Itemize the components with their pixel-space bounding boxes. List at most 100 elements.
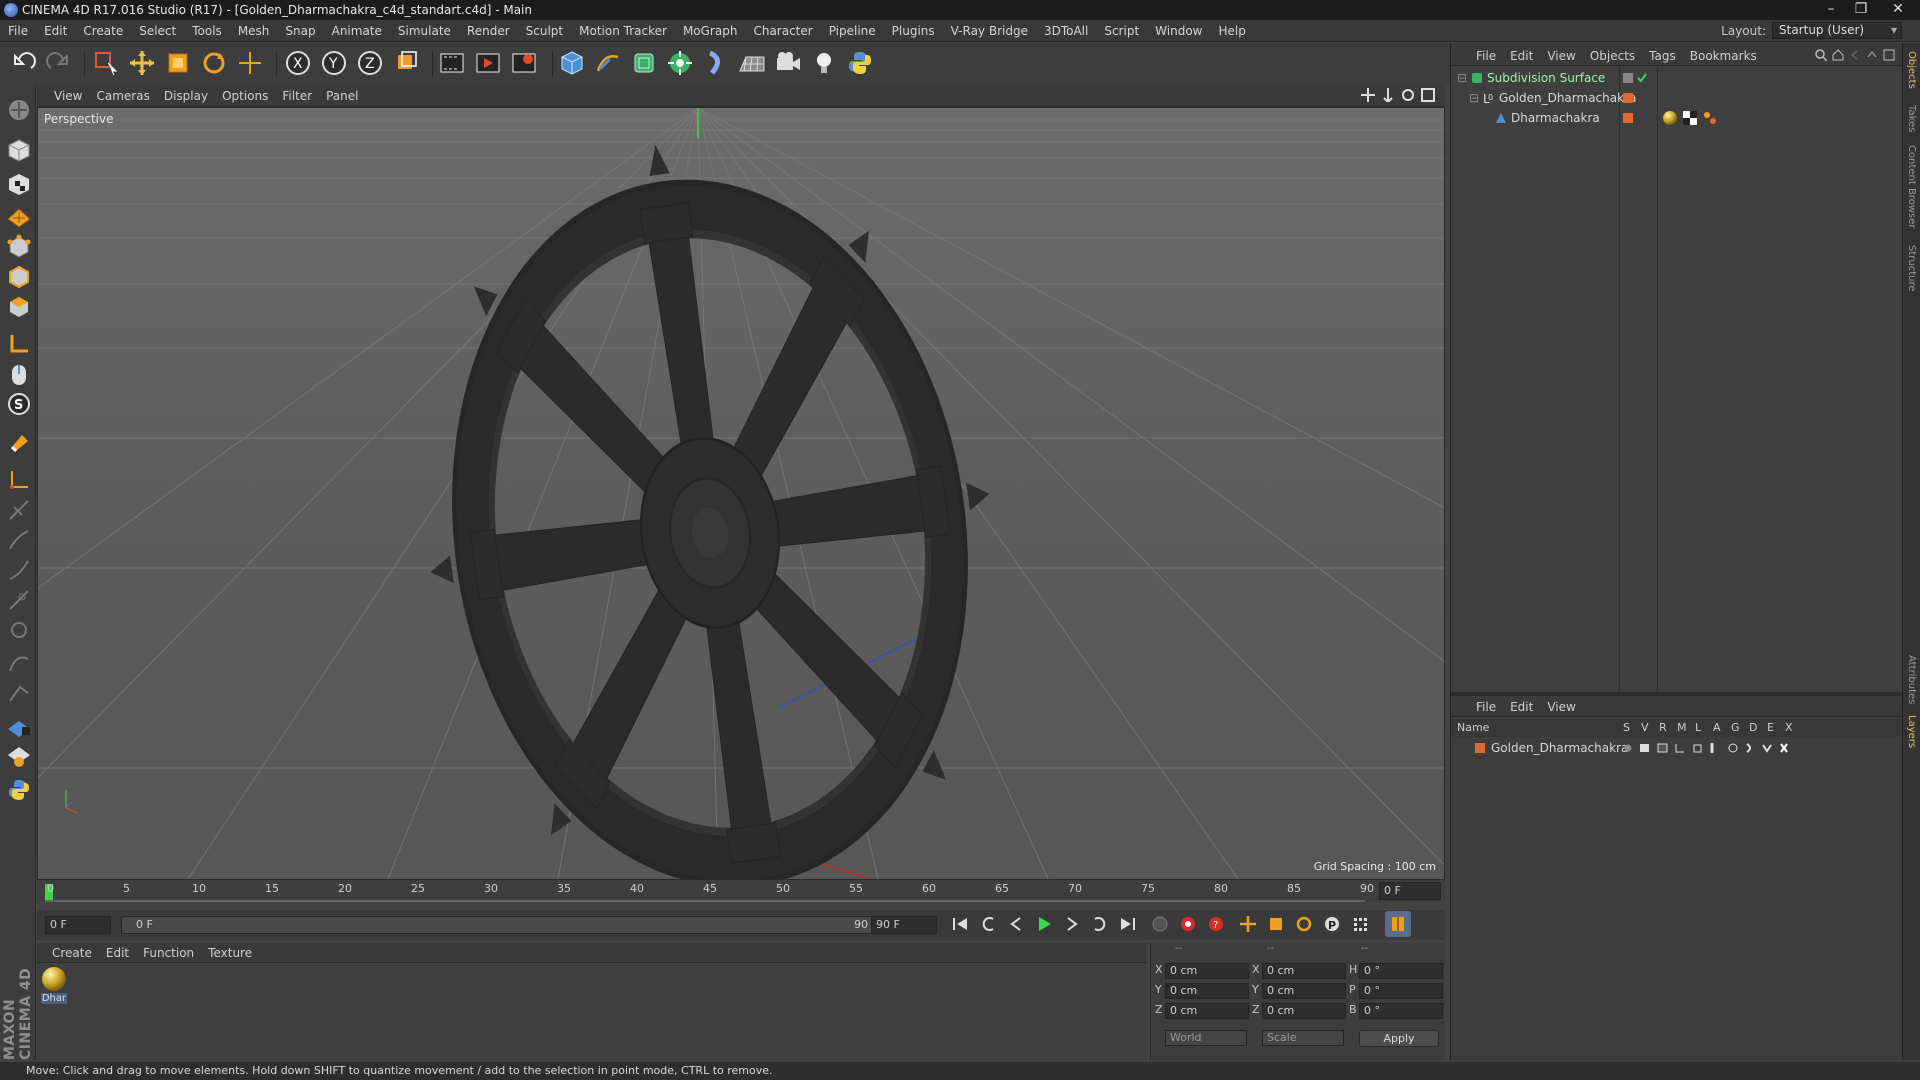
layer-color-icon[interactable] xyxy=(1623,93,1633,103)
object-menu-bookmarks[interactable]: Bookmarks xyxy=(1683,46,1764,66)
layer-menu-edit[interactable]: Edit xyxy=(1503,697,1540,717)
previous-key-icon[interactable] xyxy=(975,911,1001,937)
end-frame-field[interactable]: 90 F xyxy=(871,916,937,934)
size-x-field[interactable]: 0 cm xyxy=(1262,963,1346,979)
menu-render[interactable]: Render xyxy=(459,20,518,42)
pos-z-field[interactable]: 0 cm xyxy=(1165,1003,1249,1019)
cube-object-icon[interactable] xyxy=(556,47,588,79)
previous-frame-icon[interactable] xyxy=(1003,911,1029,937)
quantize-icon[interactable] xyxy=(4,465,34,495)
polygons-mode-icon[interactable] xyxy=(4,291,34,321)
pos-x-field[interactable]: 0 cm xyxy=(1165,963,1249,979)
record-keys-icon[interactable] xyxy=(1175,911,1201,937)
object-row[interactable]: Dharmachakra xyxy=(1451,109,1903,127)
menu-vray-bridge[interactable]: V-Ray Bridge xyxy=(943,20,1036,42)
tab-objects[interactable]: Objects xyxy=(1906,51,1917,89)
menu-animate[interactable]: Animate xyxy=(324,20,390,42)
go-to-end-icon[interactable] xyxy=(1115,911,1141,937)
rot-b-field[interactable]: 0 ° xyxy=(1359,1003,1443,1019)
object-menu-view[interactable]: View xyxy=(1540,46,1582,66)
z-axis-lock-icon[interactable]: Z xyxy=(354,47,386,79)
next-key-icon[interactable] xyxy=(1087,911,1113,937)
viewport-zoom-icon[interactable] xyxy=(1381,88,1395,102)
menu-mograph[interactable]: MoGraph xyxy=(675,20,746,42)
sculpt-brush-3-icon[interactable] xyxy=(4,555,34,585)
timeline-ruler[interactable]: 0 5 10 15 20 25 30 35 40 45 50 55 60 65 … xyxy=(37,880,1445,902)
tab-layers[interactable]: Layers xyxy=(1906,715,1917,748)
render-view-icon[interactable] xyxy=(436,47,468,79)
points-mode-icon[interactable] xyxy=(4,231,34,261)
floor-object-icon[interactable] xyxy=(736,47,768,79)
scale-tool-icon[interactable] xyxy=(162,47,194,79)
menu-help[interactable]: Help xyxy=(1210,20,1253,42)
apply-button[interactable]: Apply xyxy=(1359,1030,1439,1047)
size-z-field[interactable]: 0 cm xyxy=(1262,1003,1346,1019)
maximize-button[interactable]: ❐ xyxy=(1846,0,1876,20)
menu-simulate[interactable]: Simulate xyxy=(390,20,459,42)
size-y-field[interactable]: 0 cm xyxy=(1262,983,1346,999)
motion-record-icon[interactable] xyxy=(1147,911,1173,937)
go-to-start-icon[interactable] xyxy=(947,911,973,937)
menu-tools[interactable]: Tools xyxy=(184,20,230,42)
magnet-tool-icon[interactable] xyxy=(4,427,34,457)
menu-edit[interactable]: Edit xyxy=(36,20,75,42)
tab-takes[interactable]: Takes xyxy=(1906,105,1917,132)
object-menu-tags[interactable]: Tags xyxy=(1642,46,1683,66)
light-object-icon[interactable] xyxy=(808,47,840,79)
viewport-menu-display[interactable]: Display xyxy=(157,85,215,107)
uvw-tag-icon[interactable] xyxy=(1683,111,1697,125)
menu-snap[interactable]: Snap xyxy=(277,20,323,42)
edges-mode-icon[interactable] xyxy=(4,261,34,291)
render-settings-icon[interactable] xyxy=(508,47,540,79)
x-axis-lock-icon[interactable]: X xyxy=(282,47,314,79)
render-picture-viewer-icon[interactable] xyxy=(472,47,504,79)
sculpt-brush-1-icon[interactable] xyxy=(4,495,34,525)
phong-tag-icon[interactable] xyxy=(1703,111,1717,125)
menu-pipeline[interactable]: Pipeline xyxy=(821,20,884,42)
move-tool-icon[interactable] xyxy=(126,47,158,79)
timeline-window-icon[interactable] xyxy=(1385,911,1411,937)
layer-menu-file[interactable]: File xyxy=(1469,697,1503,717)
edit-visibility-icon[interactable] xyxy=(1623,73,1633,83)
tab-content-browser[interactable]: Content Browser xyxy=(1906,145,1917,228)
viewport-menu-options[interactable]: Options xyxy=(215,85,275,107)
snapping-icon[interactable]: S xyxy=(4,389,34,419)
play-forward-icon[interactable] xyxy=(1031,911,1057,937)
tweak-mode-icon[interactable] xyxy=(4,359,34,389)
menu-plugins[interactable]: Plugins xyxy=(884,20,943,42)
coordinate-mode-dropdown[interactable]: Scale xyxy=(1262,1030,1344,1046)
redo-icon[interactable] xyxy=(42,47,74,79)
sculpt-brush-2-icon[interactable] xyxy=(4,525,34,555)
perspective-viewport[interactable]: Perspective Grid Spacing : 100 cm xyxy=(37,107,1445,880)
viewport-maximize-icon[interactable] xyxy=(1421,88,1435,102)
menu-mesh[interactable]: Mesh xyxy=(230,20,278,42)
back-icon[interactable] xyxy=(1849,49,1861,61)
menu-file[interactable]: File xyxy=(0,20,36,42)
pos-y-field[interactable]: 0 cm xyxy=(1165,983,1249,999)
menu-motion-tracker[interactable]: Motion Tracker xyxy=(571,20,675,42)
sculpt-brush-5-icon[interactable] xyxy=(4,615,34,645)
pen-spline-icon[interactable] xyxy=(592,47,624,79)
menu-character[interactable]: Character xyxy=(745,20,820,42)
make-editable-icon[interactable] xyxy=(4,95,34,125)
enabled-check-icon[interactable] xyxy=(1637,73,1647,83)
key-parameter-icon[interactable]: P xyxy=(1319,911,1345,937)
layer-flags-icon[interactable] xyxy=(1623,742,1793,754)
object-menu-edit[interactable]: Edit xyxy=(1503,46,1540,66)
viewport-menu-view[interactable]: View xyxy=(47,85,89,107)
viewport-menu-filter[interactable]: Filter xyxy=(275,85,319,107)
deformer-icon[interactable] xyxy=(700,47,732,79)
subdivision-surface-icon[interactable] xyxy=(628,47,660,79)
new-view-icon[interactable] xyxy=(1883,49,1895,61)
autokey-icon[interactable]: ? xyxy=(1203,911,1229,937)
object-row[interactable]: ⊟ L0 Golden_Dharmachakra xyxy=(1451,89,1903,107)
menu-3dtoall[interactable]: 3DToAll xyxy=(1036,20,1096,42)
material-tag-icon[interactable] xyxy=(1663,111,1677,125)
tab-attributes[interactable]: Attributes xyxy=(1906,655,1917,704)
live-selection-icon[interactable] xyxy=(90,47,122,79)
material-menu-edit[interactable]: Edit xyxy=(99,943,136,963)
menu-sculpt[interactable]: Sculpt xyxy=(518,20,571,42)
search-icon[interactable] xyxy=(1815,49,1827,61)
object-row[interactable]: ⊟ Subdivision Surface xyxy=(1451,69,1903,87)
rotate-tool-icon[interactable] xyxy=(198,47,230,79)
